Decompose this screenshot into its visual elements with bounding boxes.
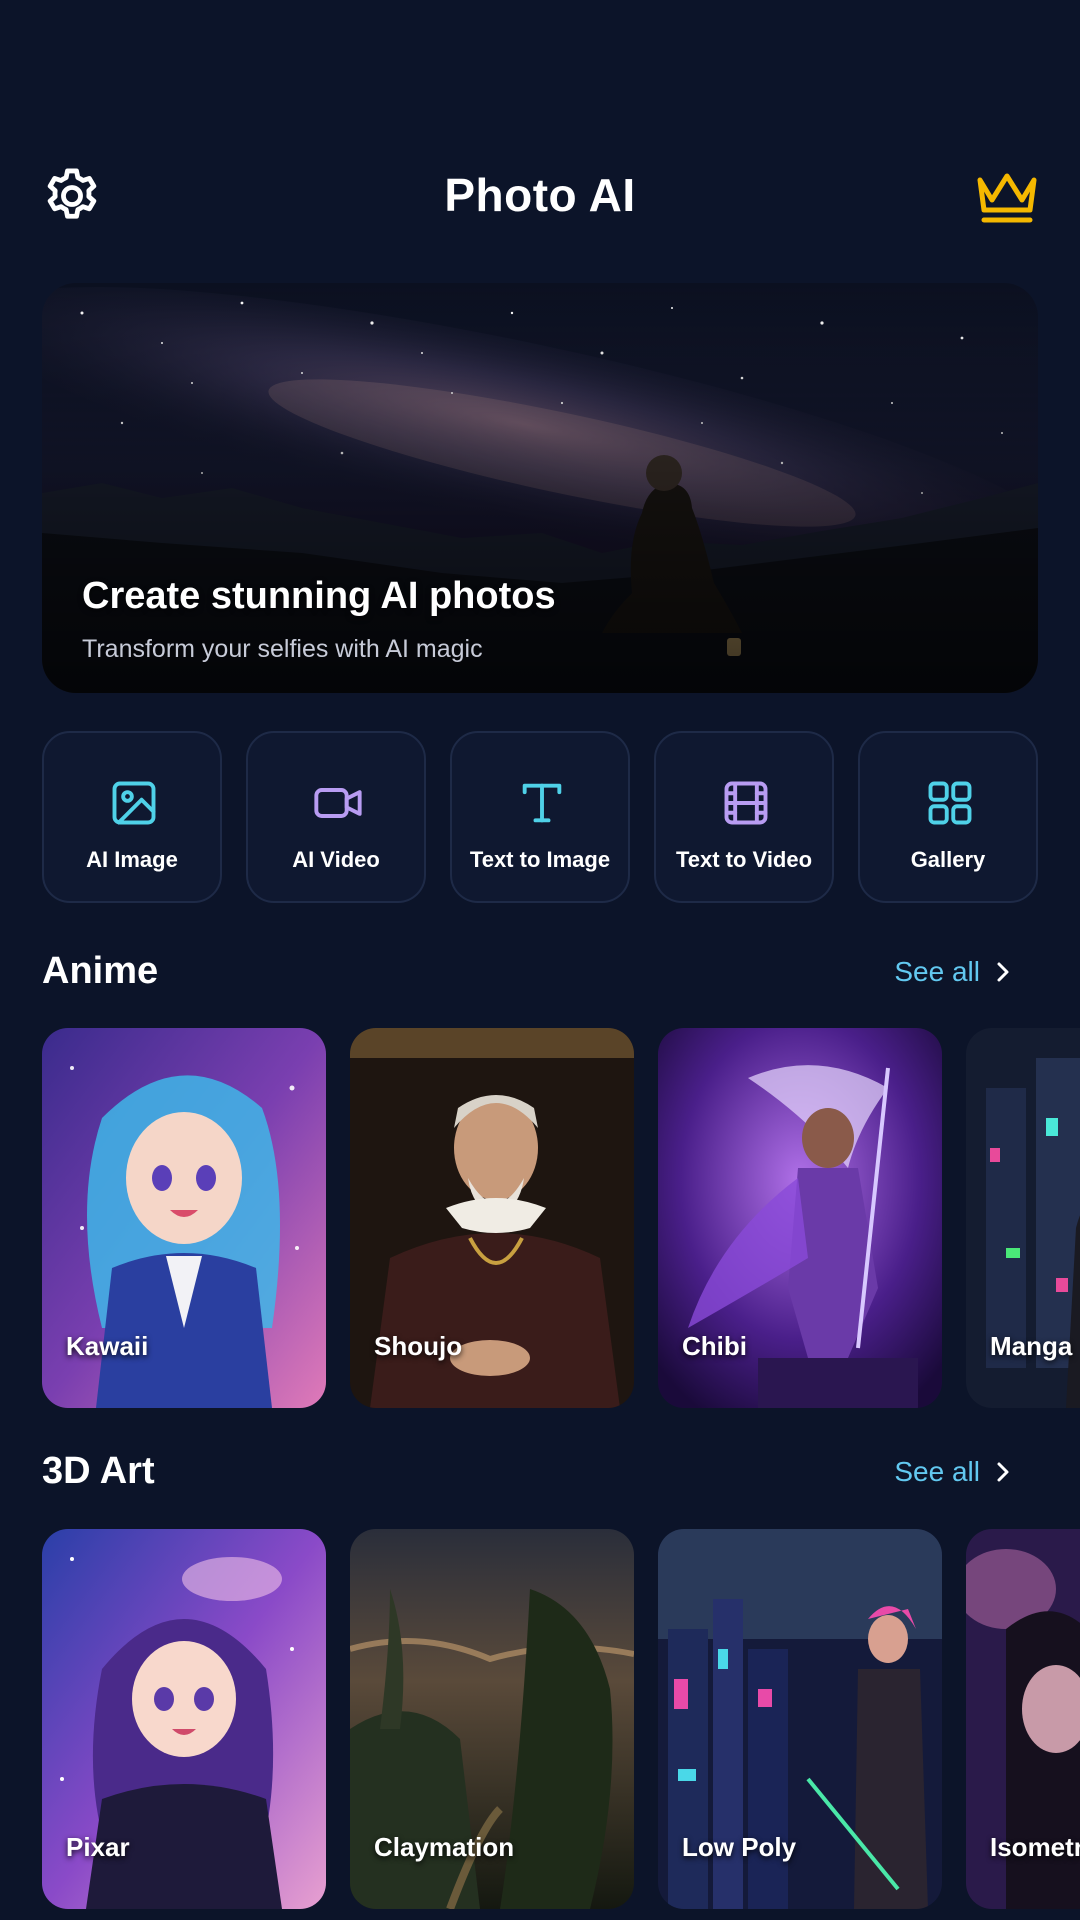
- page-title: Photo AI: [444, 169, 636, 221]
- hero-banner[interactable]: Create stunning AI photos Transform your…: [42, 283, 1038, 693]
- style-card-manga[interactable]: Manga: [966, 1028, 1080, 1408]
- style-card-chibi[interactable]: Chibi: [658, 1028, 942, 1408]
- text-to-video-button[interactable]: Text to Video: [654, 731, 834, 903]
- style-card-label: Low Poly: [682, 1832, 797, 1862]
- gallery-button[interactable]: Gallery: [858, 731, 1038, 903]
- see-all-label: See all: [894, 956, 980, 987]
- video-camera-icon: [314, 788, 362, 818]
- style-card-label: Kawaii: [66, 1331, 149, 1361]
- film-icon: [724, 781, 768, 825]
- hero-subtitle: Transform your selfies with AI magic: [82, 635, 483, 663]
- text-to-image-button[interactable]: Text to Image: [450, 731, 630, 903]
- ai-image-button[interactable]: AI Image: [42, 731, 222, 903]
- style-card-label: Isometric: [990, 1832, 1080, 1862]
- section-title-3d-art: 3D Art: [42, 1450, 155, 1492]
- style-card-label: Shoujo: [374, 1331, 463, 1361]
- style-card-claymation[interactable]: Claymation: [350, 1529, 634, 1909]
- style-card-label: Chibi: [682, 1331, 747, 1361]
- ai-image-label: AI Image: [86, 847, 178, 872]
- style-card-label: Pixar: [66, 1832, 130, 1862]
- ai-video-button[interactable]: AI Video: [246, 731, 426, 903]
- quick-actions: AI Image AI Video Text to Image Text to …: [42, 731, 1038, 903]
- hero-night-sky-image: [42, 283, 1038, 693]
- 3d-art-style-row: Pixar Claymation Low Poly Isometr: [0, 1529, 1080, 1909]
- grid-icon: [928, 781, 972, 825]
- crown-icon: [977, 173, 1037, 223]
- section-title-anime: Anime: [42, 950, 159, 992]
- style-card-shoujo[interactable]: Shoujo: [350, 1028, 634, 1408]
- style-card-low-poly[interactable]: Low Poly: [658, 1529, 942, 1909]
- style-card-label: Manga: [990, 1331, 1073, 1361]
- style-card-label: Claymation: [374, 1832, 515, 1862]
- style-card-isometric[interactable]: Isometric: [966, 1529, 1080, 1909]
- text-icon: [522, 783, 562, 823]
- anime-style-row: Kawaii Shoujo Chibi Manga: [0, 1028, 1080, 1408]
- chevron-right-icon: [997, 962, 1009, 982]
- premium-button[interactable]: [974, 166, 1040, 226]
- chevron-right-icon: [997, 1462, 1009, 1482]
- hero-title: Create stunning AI photos: [82, 575, 556, 617]
- style-card-kawaii[interactable]: Kawaii: [42, 1028, 326, 1408]
- image-icon: [112, 781, 156, 825]
- style-card-pixar[interactable]: Pixar: [42, 1529, 326, 1909]
- ai-video-label: AI Video: [292, 847, 380, 872]
- see-all-3d-art-button[interactable]: See all: [894, 1456, 1012, 1488]
- text-to-video-label: Text to Video: [675, 847, 813, 872]
- app-header: Photo AI: [0, 150, 1080, 242]
- gallery-label: Gallery: [910, 847, 986, 872]
- see-all-anime-button[interactable]: See all: [894, 956, 1012, 988]
- see-all-label: See all: [894, 1456, 980, 1487]
- text-to-image-label: Text to Image: [469, 847, 611, 872]
